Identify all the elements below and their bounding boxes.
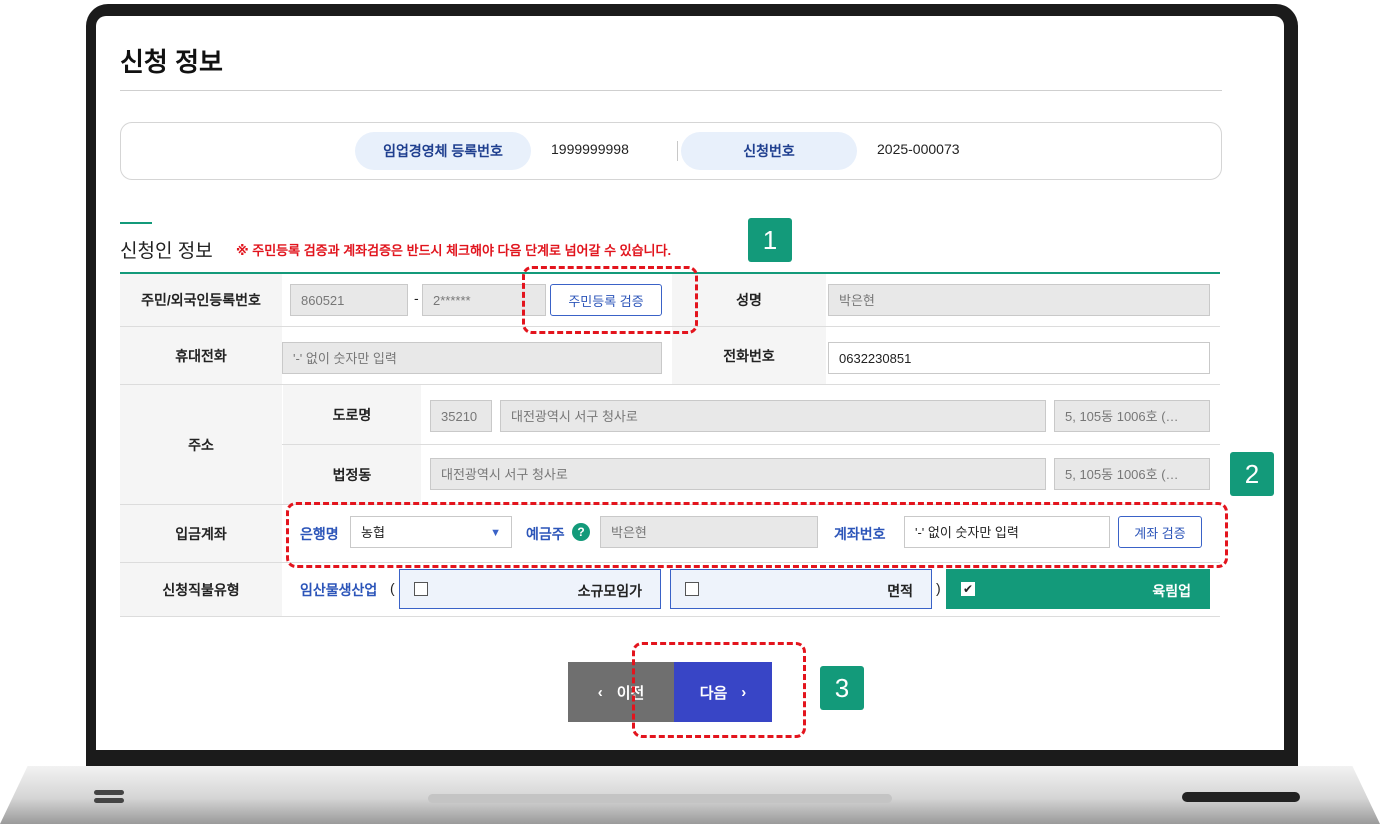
registration-number-label: 임업경영체 등록번호 bbox=[355, 132, 531, 170]
status-led bbox=[1182, 792, 1300, 802]
option-label: 소규모임가 bbox=[577, 583, 642, 599]
phone-label: 전화번호 bbox=[672, 327, 826, 384]
name-field[interactable]: 박은현 bbox=[828, 284, 1210, 316]
road-address-field[interactable]: 대전광역시 서구 청사로 bbox=[500, 400, 1046, 432]
page-title: 신청 정보 bbox=[120, 47, 223, 77]
lot-address-field[interactable]: 대전광역시 서구 청사로 bbox=[430, 458, 1046, 490]
application-number-label: 신청번호 bbox=[681, 132, 857, 170]
callout-badge-3: 3 bbox=[820, 666, 864, 710]
trackpad-slot bbox=[428, 794, 892, 803]
option-small-forest[interactable]: 소규모임가 bbox=[399, 569, 661, 609]
payment-type-label: 신청직불유형 bbox=[120, 563, 282, 616]
option-area[interactable]: 면적 bbox=[670, 569, 932, 609]
section-accent bbox=[120, 222, 152, 224]
mobile-field[interactable]: '-' 없이 숫자만 입력 bbox=[282, 342, 662, 374]
zip-code-field[interactable]: 35210 bbox=[430, 400, 492, 432]
lot-address-detail-field[interactable]: 5, 105동 1006호 (… bbox=[1054, 458, 1210, 490]
checkbox-icon bbox=[685, 582, 699, 596]
paren-close: ) bbox=[936, 580, 941, 596]
payment-category-label: 임산물생산업 bbox=[300, 582, 378, 598]
option-label: 면적 bbox=[887, 583, 913, 599]
section-warning: ※ 주민등록 검증과 계좌검증은 반드시 체크해야 다음 단계로 넘어갈 수 있… bbox=[236, 243, 672, 258]
road-address-label: 도로명 bbox=[283, 385, 421, 444]
callout-account bbox=[286, 502, 1228, 568]
summary-box: 임업경영체 등록번호 1999999998 신청번호 2025-000073 bbox=[120, 122, 1222, 180]
callout-nav-buttons bbox=[632, 642, 806, 738]
paren-open: ( bbox=[390, 580, 395, 596]
resident-number-label: 주민/외국인등록번호 bbox=[120, 274, 282, 326]
phone-field[interactable]: 0632230851 bbox=[828, 342, 1210, 374]
callout-resident-verify bbox=[522, 266, 698, 334]
registration-number-value: 1999999998 bbox=[551, 141, 629, 157]
callout-badge-2: 2 bbox=[1230, 452, 1274, 496]
summary-separator bbox=[677, 141, 678, 161]
checkbox-icon bbox=[414, 582, 428, 596]
checkbox-checked-icon: ✔ bbox=[961, 582, 975, 596]
option-silviculture[interactable]: ✔ 육림업 bbox=[946, 569, 1210, 609]
address-label: 주소 bbox=[120, 385, 282, 504]
chevron-left-icon: ‹ bbox=[597, 683, 603, 701]
application-number-value: 2025-000073 bbox=[877, 141, 960, 157]
mobile-label: 휴대전화 bbox=[120, 327, 282, 384]
menu-icon bbox=[94, 790, 124, 804]
road-address-detail-field[interactable]: 5, 105동 1006호 (… bbox=[1054, 400, 1210, 432]
lot-address-label: 법정동 bbox=[283, 445, 421, 504]
resident-number-front[interactable]: 860521 bbox=[290, 284, 408, 316]
screen: 신청 정보 임업경영체 등록번호 1999999998 신청번호 2025-00… bbox=[96, 16, 1284, 750]
row-divider bbox=[282, 444, 1220, 445]
section-title: 신청인 정보 bbox=[120, 241, 213, 262]
title-divider bbox=[120, 90, 1222, 91]
callout-badge-1: 1 bbox=[748, 218, 792, 262]
account-label: 입금계좌 bbox=[120, 505, 282, 562]
resident-dash: - bbox=[414, 290, 419, 306]
laptop-base bbox=[0, 766, 1380, 824]
row-divider bbox=[120, 616, 1220, 617]
option-label: 육림업 bbox=[1152, 583, 1191, 599]
